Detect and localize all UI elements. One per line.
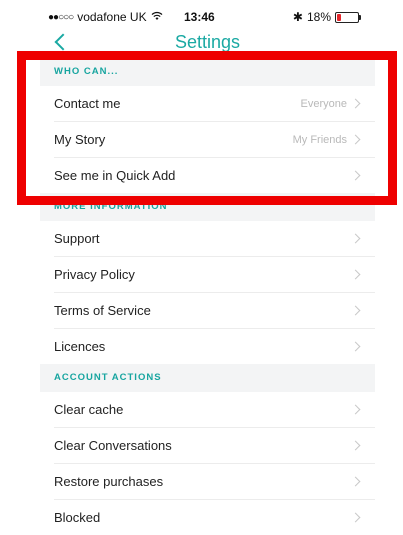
settings-row[interactable]: Blocked [54, 500, 375, 535]
status-bar: ●●○○○ vodafone UK 13:46 ✱ 18% [0, 0, 403, 34]
settings-row[interactable]: Licences [54, 329, 375, 364]
settings-row[interactable]: Privacy Policy [54, 257, 375, 293]
settings-row-label: Restore purchases [54, 474, 164, 489]
status-left: ●●○○○ vodafone UK [48, 10, 163, 24]
settings-row-label: Blocked [54, 510, 101, 525]
settings-row-label: Terms of Service [54, 303, 151, 318]
chevron-right-icon [350, 233, 361, 244]
chevron-right-icon [350, 476, 361, 487]
settings-row[interactable]: Clear cache [54, 392, 375, 428]
carrier-name: vodafone UK [77, 10, 147, 24]
chevron-right-icon [350, 98, 361, 109]
settings-row-label: Clear cache [54, 402, 124, 417]
settings-list: WHO CAN... Contact me Everyone My Story My F… [40, 58, 375, 535]
battery-percent: 18% [306, 10, 331, 24]
section-header: WHO CAN... [40, 58, 375, 86]
settings-row-label: My Story [54, 132, 106, 147]
chevron-right-icon [350, 170, 361, 181]
settings-row-value: Everyone [300, 97, 347, 110]
settings-row[interactable]: Clear Conversations [54, 428, 375, 464]
battery-icon [335, 11, 361, 23]
settings-row-value: My Friends [292, 133, 347, 146]
status-right: ✱ 18% [292, 10, 361, 24]
signal-strength-icon: ●●○○○ [48, 11, 74, 23]
chevron-right-icon [350, 305, 361, 316]
nav-bar: Settings [0, 30, 403, 56]
chevron-right-icon [350, 134, 361, 145]
settings-row-label: Privacy Policy [54, 267, 135, 282]
chevron-right-icon [350, 440, 361, 451]
settings-row-label: See me in Quick Add [54, 168, 176, 183]
settings-row[interactable]: Terms of Service [54, 293, 375, 329]
settings-row-label: Support [54, 231, 100, 246]
settings-row[interactable]: See me in Quick Add [54, 158, 375, 193]
settings-row[interactable]: My Story My Friends [54, 122, 375, 158]
settings-row-label: Contact me [54, 96, 121, 111]
settings-row[interactable]: Support [54, 221, 375, 257]
chevron-right-icon [350, 341, 361, 352]
section-rows: Support Privacy Policy Terms of Service Lic… [40, 221, 375, 364]
section-rows: Contact me Everyone My Story My Friends See … [40, 86, 375, 193]
bluetooth-icon: ✱ [292, 10, 303, 24]
settings-row[interactable]: Restore purchases [54, 464, 375, 500]
section-header: ACCOUNT ACTIONS [40, 364, 375, 392]
chevron-right-icon [350, 404, 361, 415]
settings-row-label: Clear Conversations [54, 438, 172, 453]
settings-row[interactable]: Contact me Everyone [54, 86, 375, 122]
chevron-right-icon [350, 269, 361, 280]
settings-row-label: Licences [54, 339, 106, 354]
page-title: Settings [174, 32, 241, 52]
section-rows: Clear cache Clear Conversations Restore pu… [40, 392, 375, 535]
status-time: 13:46 [184, 10, 215, 24]
battery-level-fill [337, 13, 341, 21]
wifi-icon [151, 11, 163, 24]
section-header: MORE INFORMATION [40, 193, 375, 221]
